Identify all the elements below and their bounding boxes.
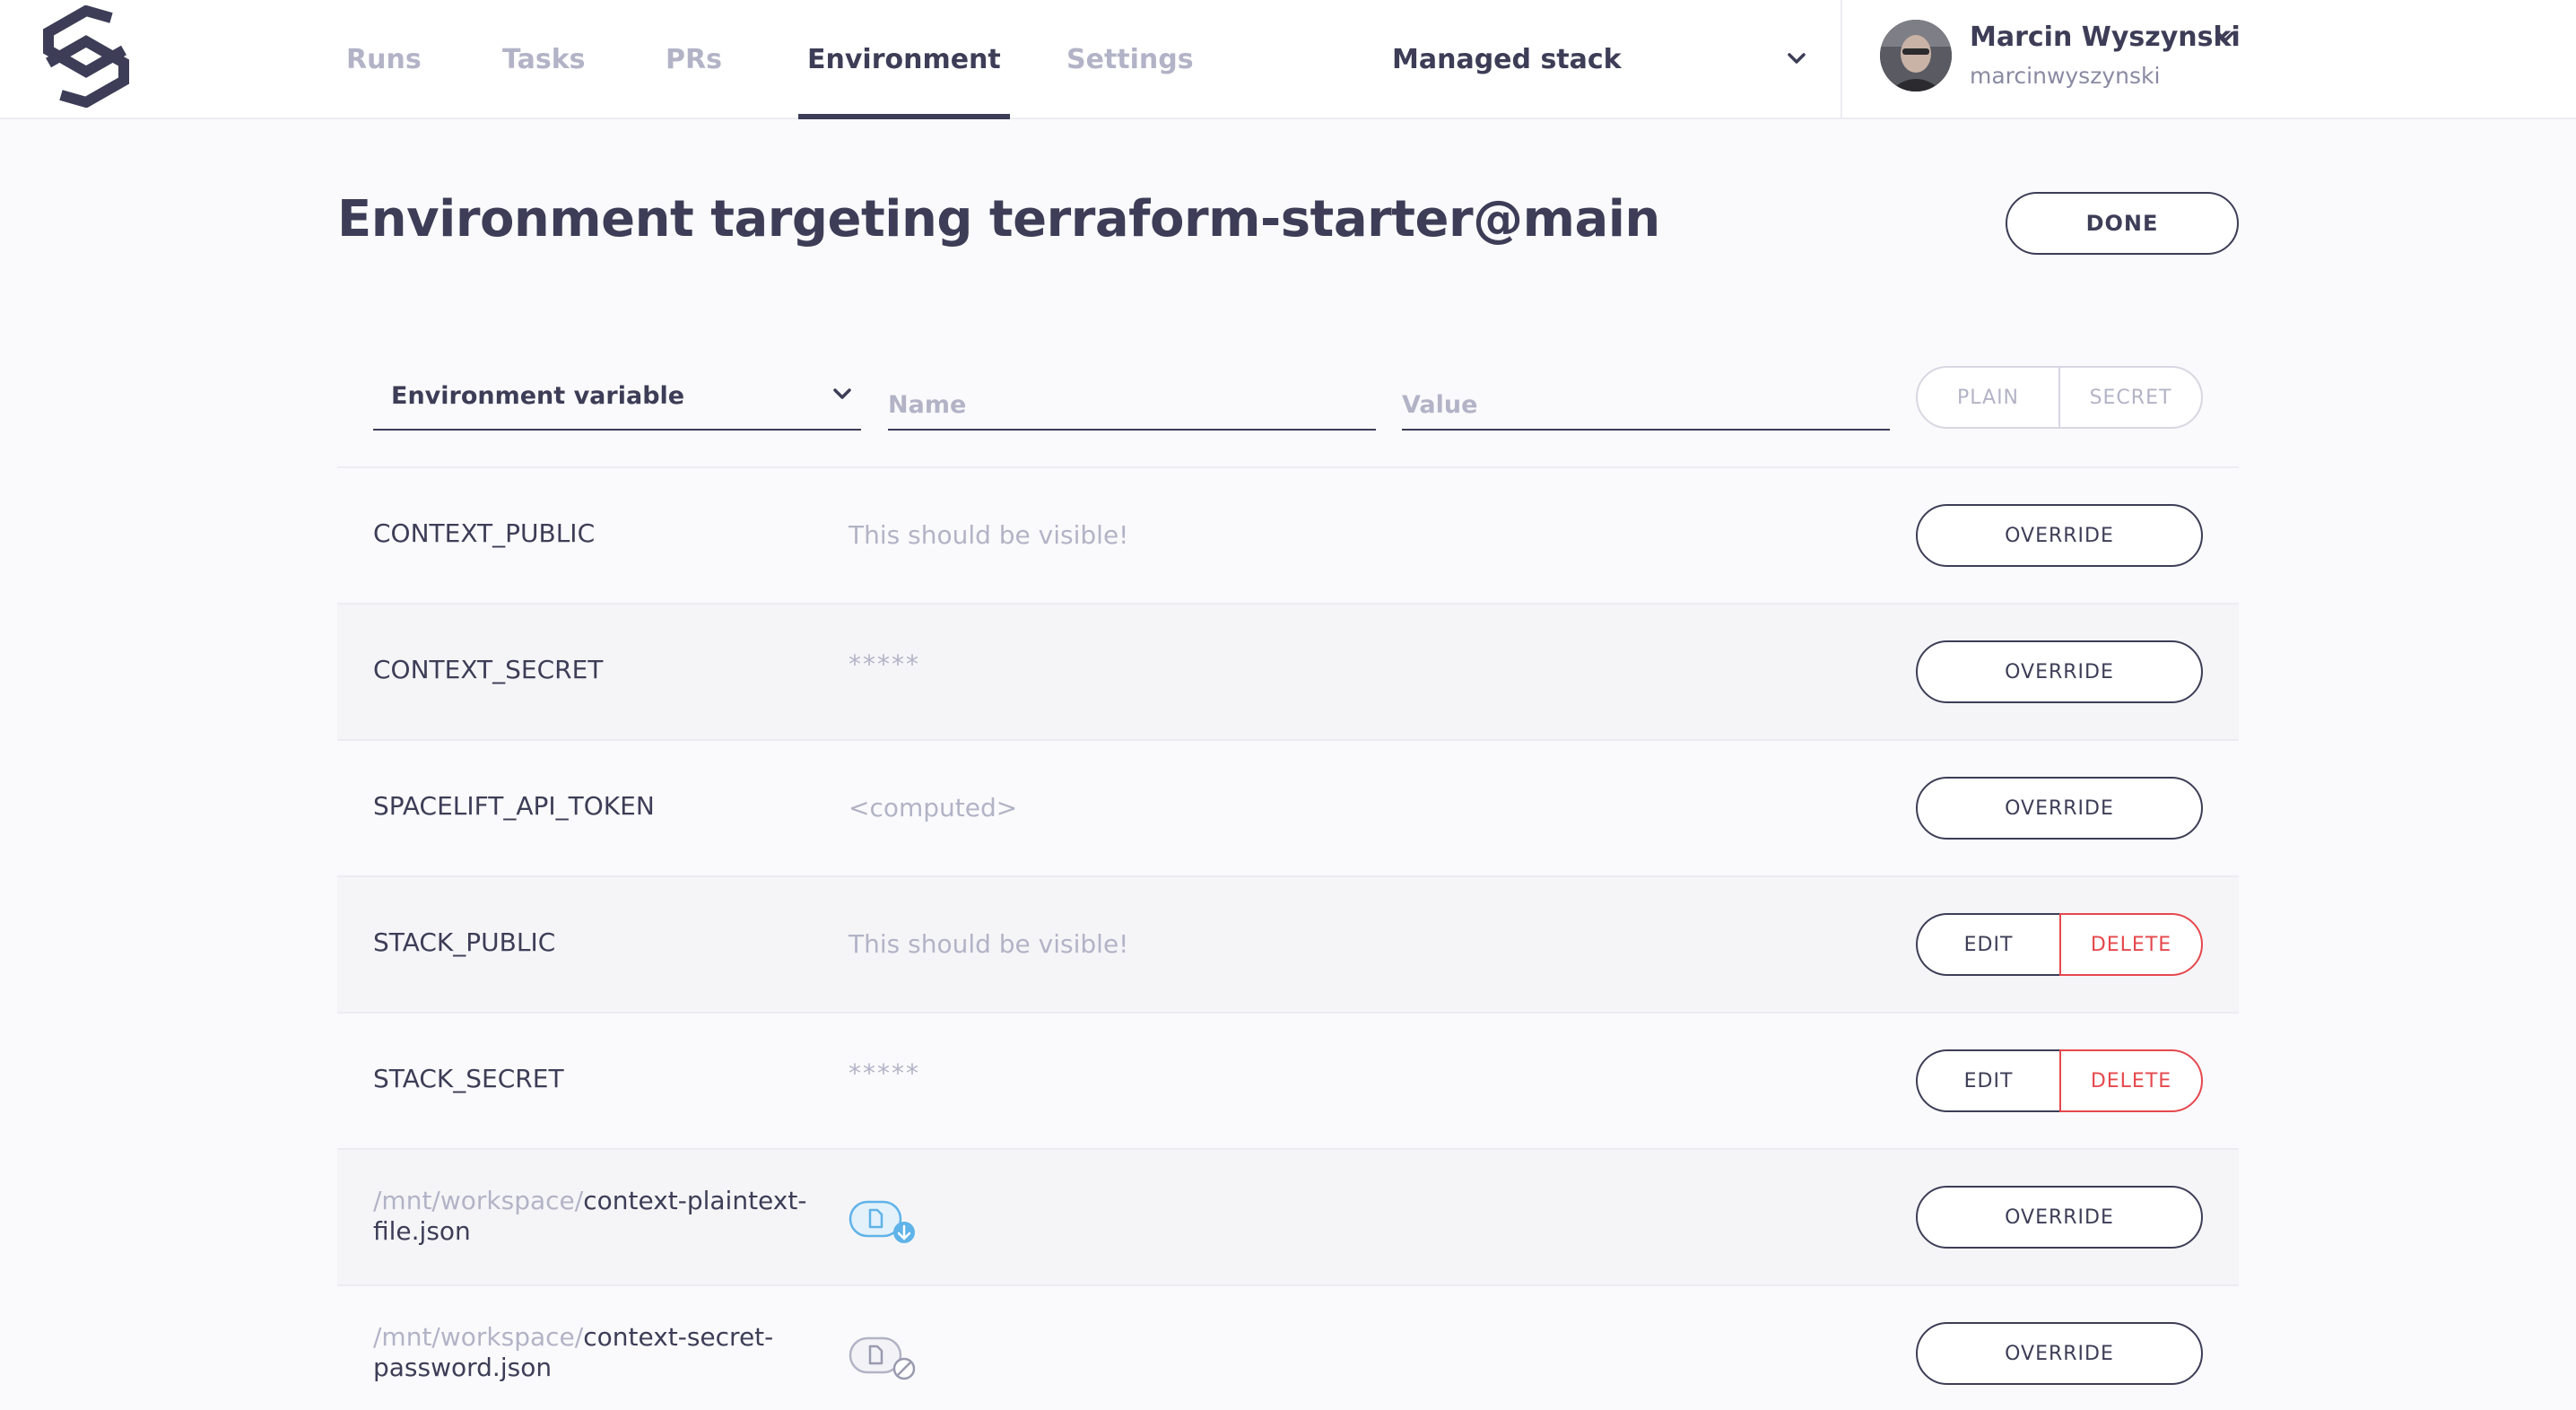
stack-selector[interactable]: Managed stack [1392,0,1841,119]
edit-delete-group: EDIT DELETE [1916,913,2203,976]
tab-prs[interactable]: PRs [666,0,722,119]
name-input[interactable] [888,368,1376,431]
variable-name: SPACELIFT_API_TOKEN [373,791,655,821]
variable-name: STACK_SECRET [373,1064,564,1093]
variable-value: ***** [849,649,920,679]
header-divider [1841,0,1842,119]
chevron-down-icon [1788,53,1806,64]
done-button[interactable]: DONE [2006,192,2239,255]
user-menu-chevron-icon[interactable] [2212,23,2239,50]
tab-environment[interactable]: Environment [798,0,1010,119]
variable-value: <computed> [849,793,1018,822]
variable-value: This should be visible! [849,520,1129,550]
stack-selector-value: Managed stack [1392,44,1622,75]
user-name[interactable]: Marcin Wyszynski [1970,22,2241,53]
spacelift-logo[interactable] [39,5,133,108]
tab-runs[interactable]: Runs [346,0,422,119]
environment-list: CONTEXT_PUBLIC This should be visible! O… [337,466,2239,1410]
chevron-down-icon [833,388,851,399]
override-button[interactable]: OVERRIDE [1916,1186,2203,1249]
variable-type-select[interactable]: Environment variable [373,368,861,431]
edit-button[interactable]: EDIT [1916,1049,2059,1112]
override-button[interactable]: OVERRIDE [1916,777,2203,840]
top-bar: Runs Tasks PRs Environment Settings Mana… [0,0,2576,119]
avatar-image [1880,20,1952,91]
visibility-toggle: PLAIN SECRET [1916,366,2203,429]
edit-button[interactable]: EDIT [1916,913,2059,976]
path-prefix: /mnt/workspace/ [373,1322,584,1352]
edit-delete-group: EDIT DELETE [1916,1049,2203,1112]
tab-settings[interactable]: Settings [1066,0,1194,119]
variable-name: CONTEXT_PUBLIC [373,518,596,548]
list-item: CONTEXT_PUBLIC This should be visible! O… [337,466,2239,603]
plain-toggle-button[interactable]: PLAIN [1918,368,2058,427]
mounted-file-path: /mnt/workspace/context-plaintext-file.js… [373,1186,822,1247]
list-item: CONTEXT_SECRET ***** OVERRIDE [337,603,2239,739]
secret-toggle-button[interactable]: SECRET [2058,368,2201,427]
file-secret-icon [849,1336,916,1380]
list-item: STACK_SECRET ***** EDIT DELETE [337,1012,2239,1148]
variable-name: STACK_PUBLIC [373,927,556,957]
override-button[interactable]: OVERRIDE [1916,504,2203,567]
page-title: Environment targeting terraform-starter@… [337,190,1660,248]
list-item: /mnt/workspace/context-plaintext-file.js… [337,1148,2239,1284]
variable-value: ***** [849,1058,920,1088]
file-download-icon[interactable] [849,1195,920,1249]
list-item: SPACELIFT_API_TOKEN <computed> OVERRIDE [337,739,2239,875]
variable-name: CONTEXT_SECRET [373,655,604,684]
path-prefix: /mnt/workspace/ [373,1186,584,1215]
list-item: STACK_PUBLIC This should be visible! EDI… [337,875,2239,1012]
variable-type-value: Environment variable [391,382,685,410]
override-button[interactable]: OVERRIDE [1916,1322,2203,1385]
variable-value: This should be visible! [849,929,1129,959]
delete-button[interactable]: DELETE [2059,1049,2203,1112]
list-item: /mnt/workspace/context-secret-password.j… [337,1284,2239,1410]
avatar[interactable] [1880,20,1952,91]
mounted-file-path: /mnt/workspace/context-secret-password.j… [373,1322,822,1383]
tab-tasks[interactable]: Tasks [502,0,586,119]
user-login: marcinwyszynski [1970,63,2161,89]
override-button[interactable]: OVERRIDE [1916,640,2203,703]
value-input[interactable] [1402,368,1890,431]
delete-button[interactable]: DELETE [2059,913,2203,976]
